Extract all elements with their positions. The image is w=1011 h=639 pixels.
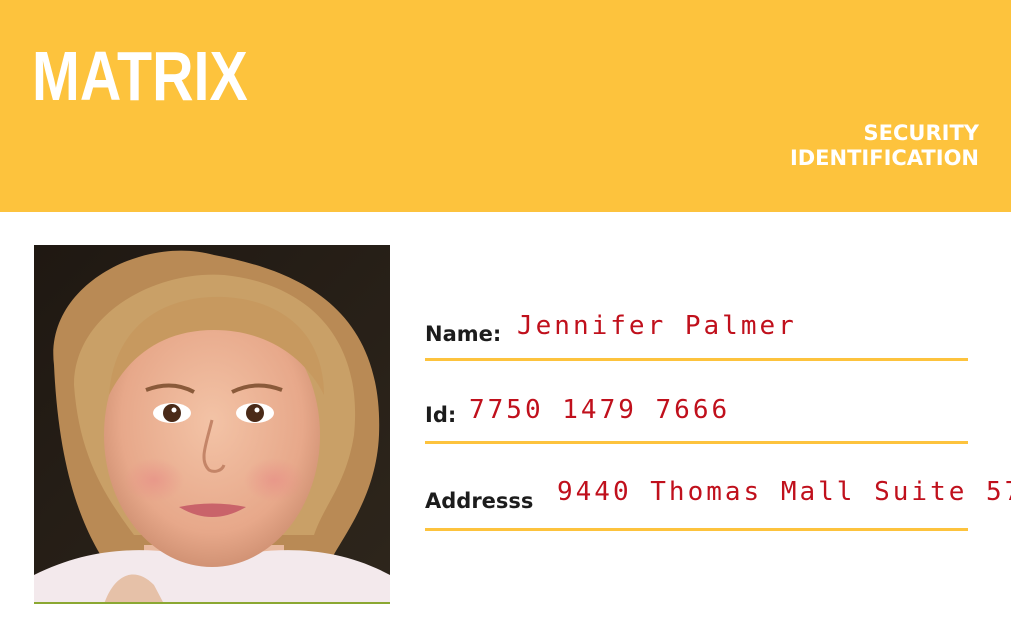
brand-logo: MATRIX [32,37,248,115]
address-value: 9440 Thomas Mall Suite 577 [557,477,1011,507]
address-label: Addresss [425,489,534,513]
id-card: MATRIX SECURITY IDENTIFICATION Name: Jen… [0,0,1011,639]
card-title: SECURITY IDENTIFICATION [790,121,979,171]
portrait-image [34,245,390,602]
id-label: Id: [425,403,457,427]
name-underline [425,358,968,361]
id-underline [425,441,968,444]
card-title-line1: SECURITY [863,121,979,145]
name-value: Jennifer Palmer [517,311,797,341]
id-value: 7750 1479 7666 [469,395,731,425]
card-title-line2: IDENTIFICATION [789,146,979,170]
card-header: MATRIX SECURITY IDENTIFICATION [0,0,1011,212]
name-label: Name: [425,322,502,346]
address-underline [425,528,968,531]
portrait-photo [34,245,390,604]
